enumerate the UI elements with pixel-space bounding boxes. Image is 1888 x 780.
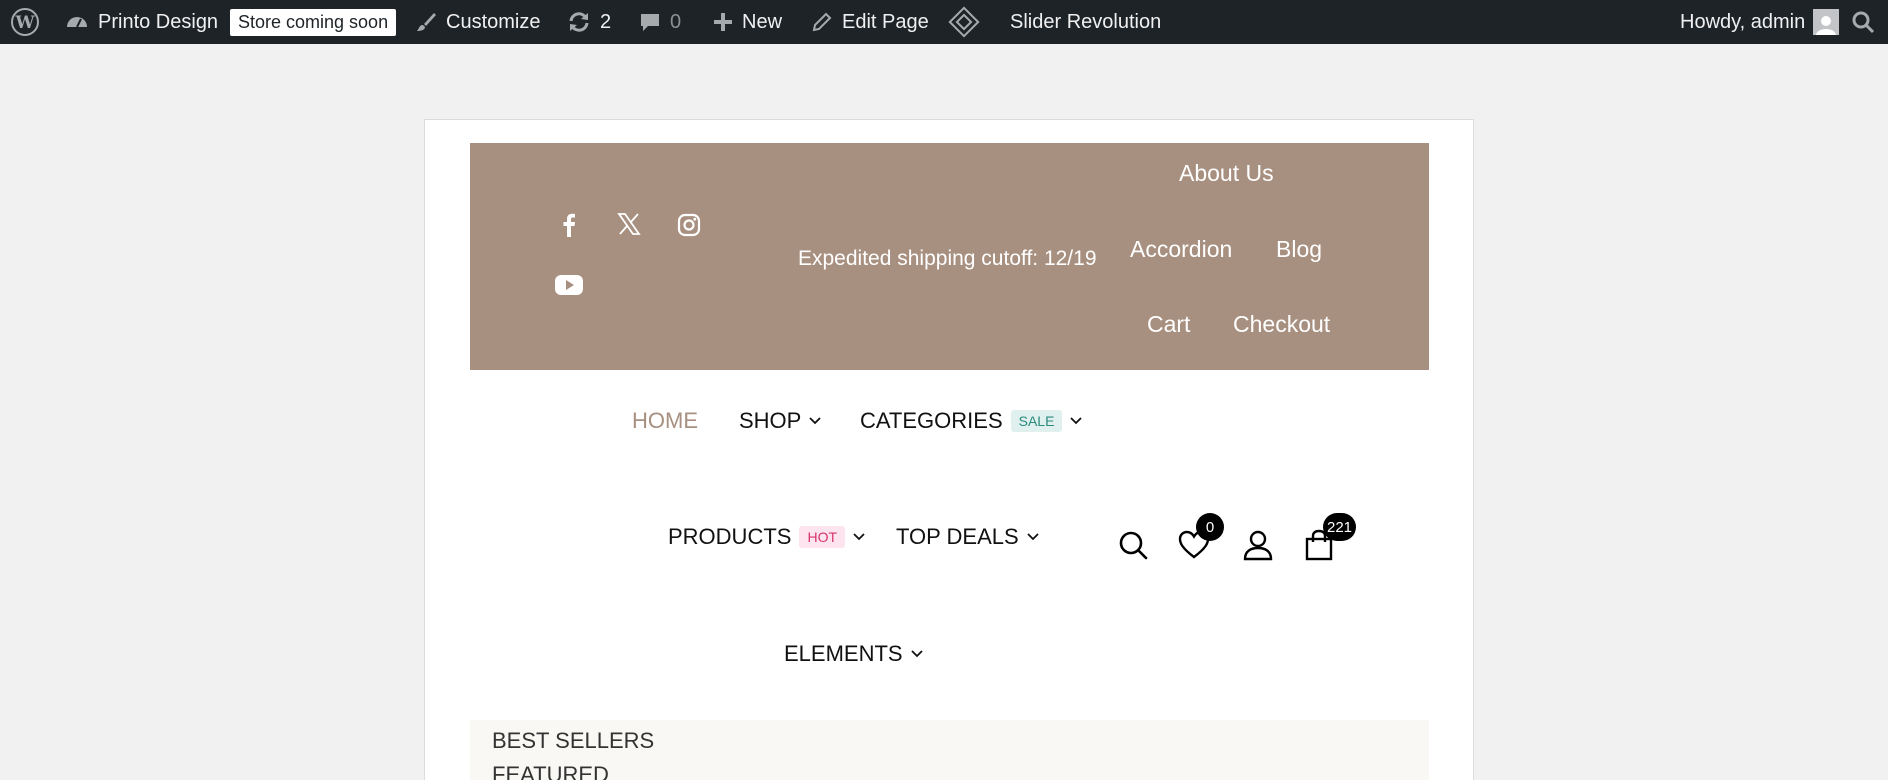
top-link-blog[interactable]: Blog — [1276, 236, 1322, 263]
nav-elements[interactable]: ELEMENTS — [784, 641, 923, 667]
dashboard-icon — [67, 17, 87, 28]
cart-button[interactable]: 221 — [1301, 513, 1357, 563]
instagram-icon[interactable] — [674, 210, 704, 240]
cart-count: 221 — [1323, 513, 1357, 541]
wordpress-logo-icon[interactable]: W — [10, 0, 40, 44]
list-item-best-sellers[interactable]: BEST SELLERS — [492, 728, 654, 754]
hot-badge: HOT — [799, 526, 846, 548]
nav-products-label: PRODUCTS — [668, 524, 792, 549]
account-icon[interactable] — [1240, 527, 1276, 563]
slider-revolution-link[interactable] — [948, 0, 980, 44]
nav-top-deals-label: TOP DEALS — [896, 524, 1019, 549]
new-content-link[interactable]: New — [712, 0, 782, 44]
product-filter-list: BEST SELLERS FEATURED — [470, 720, 1429, 780]
nav-home-label: HOME — [632, 408, 698, 433]
admin-bar: W Printo Design Store coming soon Custom… — [0, 0, 1888, 44]
avatar — [1813, 9, 1840, 35]
sale-badge: SALE — [1010, 410, 1063, 432]
nav-shop-label: SHOP — [739, 408, 802, 433]
updates-count: 2 — [600, 10, 612, 33]
nav-top-deals[interactable]: TOP DEALS — [896, 524, 1039, 550]
slider-revolution-label: Slider Revolution — [1010, 10, 1162, 33]
list-item-featured[interactable]: FEATURED — [492, 762, 609, 780]
svg-text:W: W — [14, 13, 35, 33]
edit-page-label: Edit Page — [842, 10, 929, 33]
top-link-cart[interactable]: Cart — [1147, 311, 1190, 338]
site-name-link[interactable]: Printo Design — [64, 0, 218, 44]
updates-link[interactable]: 2 — [566, 0, 611, 44]
shipping-notice: Expedited shipping cutoff: 12/19 — [798, 247, 1097, 270]
nav-categories[interactable]: CATEGORIES SALE — [860, 408, 1083, 434]
my-account-link[interactable]: Howdy, admin — [1680, 0, 1840, 44]
nav-shop[interactable]: SHOP — [739, 408, 821, 434]
customize-link[interactable]: Customize — [414, 0, 540, 44]
search-icon[interactable] — [1115, 527, 1151, 563]
comment-icon — [641, 14, 659, 31]
nav-categories-label: CATEGORIES — [860, 408, 1003, 433]
wishlist-count: 0 — [1196, 513, 1224, 541]
chevron-down-icon — [1027, 533, 1039, 541]
brush-icon — [417, 13, 436, 31]
slider-revolution-text-link[interactable]: Slider Revolution — [1010, 0, 1161, 44]
chevron-down-icon — [1070, 417, 1083, 425]
nav-products[interactable]: PRODUCTS HOT — [668, 524, 865, 550]
top-link-about-us[interactable]: About Us — [1179, 160, 1274, 187]
pencil-icon — [812, 12, 832, 32]
chevron-down-icon — [910, 650, 923, 658]
new-label: New — [742, 10, 783, 33]
top-bar: Expedited shipping cutoff: 12/19 About U… — [470, 143, 1429, 370]
slider-revolution-icon — [948, 6, 980, 38]
nav-elements-label: ELEMENTS — [784, 641, 903, 666]
nav-home[interactable]: HOME — [632, 408, 698, 434]
chevron-down-icon — [809, 417, 821, 425]
store-coming-soon-badge[interactable]: Store coming soon — [230, 8, 397, 36]
chevron-down-icon — [853, 533, 865, 541]
youtube-icon[interactable] — [554, 270, 584, 300]
top-link-accordion[interactable]: Accordion — [1130, 236, 1232, 263]
x-twitter-icon[interactable] — [614, 209, 644, 239]
top-link-checkout[interactable]: Checkout — [1233, 311, 1330, 338]
store-status: Store coming soon — [230, 0, 397, 44]
comments-count: 0 — [670, 10, 682, 33]
plus-icon — [714, 13, 732, 31]
comments-link[interactable]: 0 — [638, 0, 681, 44]
admin-search-icon[interactable] — [1850, 0, 1876, 44]
facebook-icon[interactable] — [554, 210, 584, 240]
edit-page-link[interactable]: Edit Page — [810, 0, 929, 44]
user-silhouette-icon — [1816, 16, 1837, 35]
customize-label: Customize — [446, 10, 541, 33]
wishlist-button[interactable]: 0 — [1176, 513, 1224, 563]
updates-icon — [569, 12, 589, 32]
howdy-label: Howdy, admin — [1680, 10, 1806, 33]
site-name: Printo Design — [98, 10, 219, 33]
